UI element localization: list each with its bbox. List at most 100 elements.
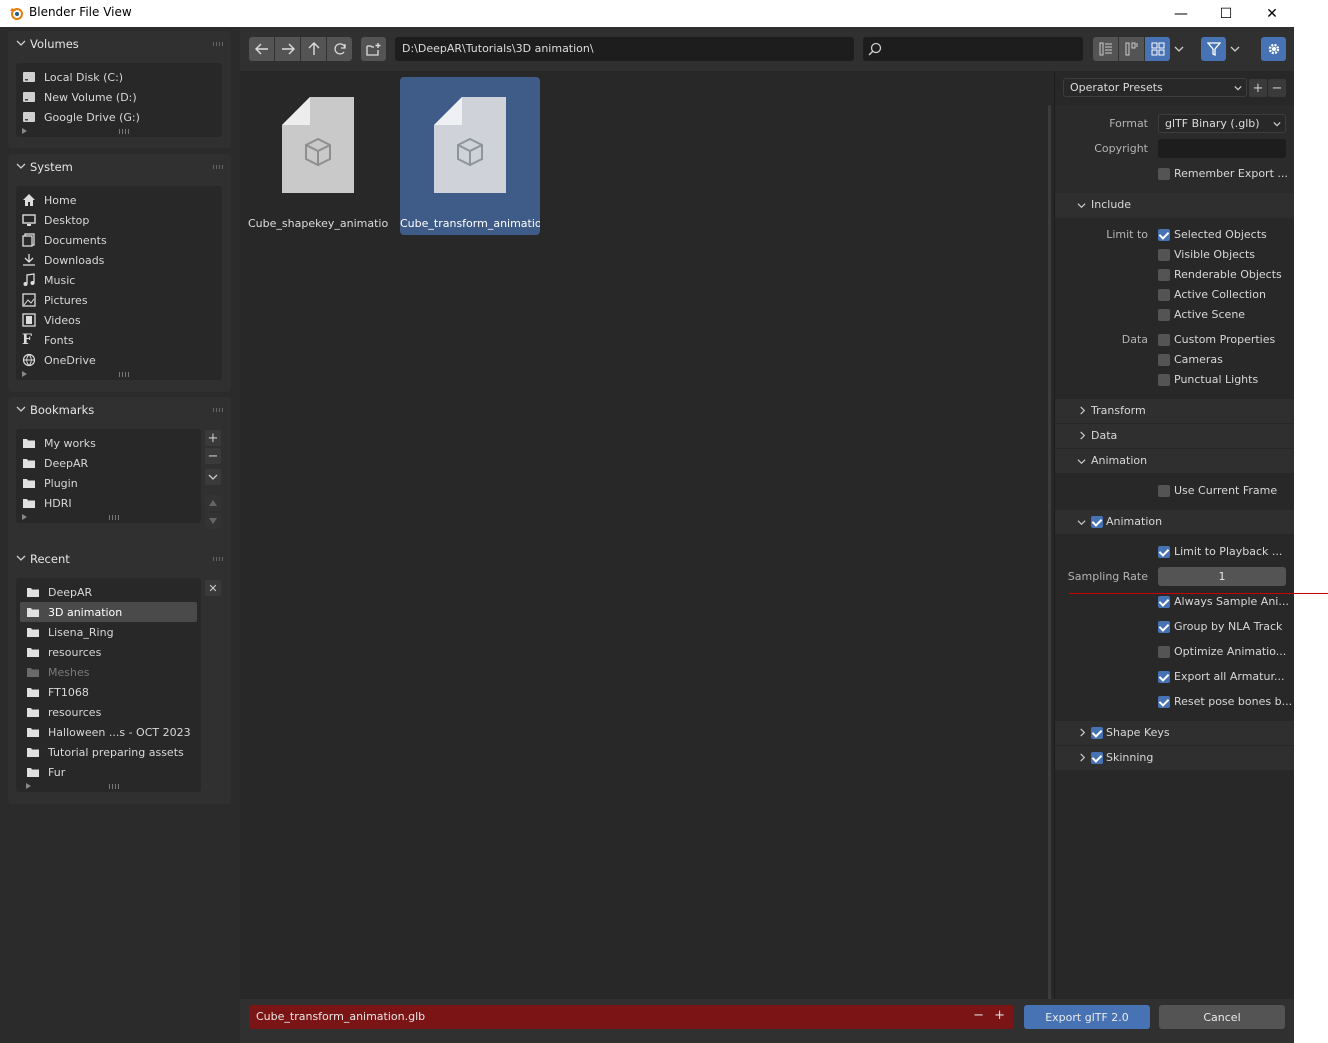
back-button[interactable] (249, 37, 274, 61)
add-preset-button[interactable]: + (1249, 79, 1267, 97)
limit-to-playback-checkbox[interactable] (1158, 546, 1170, 558)
toggle-options-button[interactable] (1261, 37, 1286, 61)
volumes-header[interactable]: Volumes (8, 31, 231, 57)
filename-input[interactable]: Cube_transform_animation.glb − + (249, 1005, 1014, 1029)
recent-item[interactable]: FT1068 (20, 682, 197, 702)
system-item-home[interactable]: Home (16, 190, 222, 210)
group-by-nla-checkbox[interactable] (1158, 621, 1170, 633)
display-vertical-list-button[interactable] (1093, 37, 1118, 61)
decrement-filename-button[interactable]: − (973, 1008, 984, 1023)
move-up-button[interactable] (205, 495, 221, 511)
bookmark-item-hdri[interactable]: HDRI (16, 493, 201, 513)
bookmarks-header[interactable]: Bookmarks (8, 397, 231, 423)
parent-directory-button[interactable] (301, 37, 326, 61)
close-window-button[interactable]: ✕ (1249, 0, 1295, 27)
system-item-desktop[interactable]: Desktop (16, 210, 222, 230)
drag-grip-icon[interactable] (213, 408, 223, 412)
volume-item-d[interactable]: New Volume (D:) (16, 87, 222, 107)
system-item-music[interactable]: Music (16, 270, 222, 290)
volume-item-g[interactable]: Google Drive (G:) (16, 107, 222, 127)
system-item-onedrive[interactable]: OneDrive (16, 350, 222, 370)
clear-recent-button[interactable]: ✕ (205, 580, 221, 596)
cancel-button[interactable]: Cancel (1159, 1005, 1285, 1029)
export-button[interactable]: Export glTF 2.0 (1024, 1005, 1150, 1029)
new-directory-button[interactable] (361, 37, 386, 61)
format-dropdown[interactable]: glTF Binary (.glb) (1158, 114, 1286, 133)
skinning-section-header[interactable]: Skinning (1055, 746, 1294, 770)
display-horizontal-list-button[interactable] (1119, 37, 1144, 61)
filter-button[interactable] (1201, 37, 1226, 61)
shape-keys-checkbox[interactable] (1091, 727, 1103, 739)
recent-item[interactable]: Lisena_Ring (20, 622, 197, 642)
recent-item-missing[interactable]: Meshes (20, 662, 197, 682)
minimize-button[interactable]: — (1158, 0, 1204, 27)
volume-item-c[interactable]: Local Disk (C:) (16, 67, 222, 87)
drag-grip-icon[interactable] (213, 557, 223, 561)
active-collection-checkbox[interactable] (1158, 289, 1170, 301)
list-resize-handle[interactable] (16, 127, 222, 137)
recent-item[interactable]: resources (20, 702, 197, 722)
forward-button[interactable] (275, 37, 300, 61)
selected-objects-checkbox[interactable] (1158, 229, 1170, 241)
reset-pose-bones-checkbox[interactable] (1158, 696, 1170, 708)
animation-checkbox[interactable] (1091, 516, 1103, 528)
punctual-lights-checkbox[interactable] (1158, 374, 1170, 386)
search-input[interactable] (863, 37, 1083, 61)
remove-bookmark-button[interactable]: − (205, 448, 221, 464)
copyright-input[interactable] (1158, 139, 1286, 158)
shape-keys-section-header[interactable]: Shape Keys (1055, 721, 1294, 745)
recent-item[interactable]: Tutorial preparing assets (20, 742, 197, 762)
export-all-armatures-checkbox[interactable] (1158, 671, 1170, 683)
renderable-objects-checkbox[interactable] (1158, 269, 1170, 281)
system-item-downloads[interactable]: Downloads (16, 250, 222, 270)
recent-item[interactable]: resources (20, 642, 197, 662)
optimize-animation-checkbox[interactable] (1158, 646, 1170, 658)
use-current-frame-checkbox[interactable] (1158, 485, 1170, 497)
animation-section-header[interactable]: Animation (1055, 449, 1294, 473)
increment-filename-button[interactable]: + (994, 1008, 1005, 1023)
system-item-pictures[interactable]: Pictures (16, 290, 222, 310)
system-header[interactable]: System (8, 154, 231, 180)
file-grid-scrollbar[interactable] (1048, 105, 1051, 1011)
bookmark-menu-button[interactable] (205, 469, 221, 485)
recent-item[interactable]: Fur (20, 762, 197, 782)
remove-preset-button[interactable]: − (1268, 79, 1286, 97)
always-sample-checkbox[interactable] (1158, 596, 1170, 608)
sampling-rate-field[interactable]: 1 (1158, 567, 1286, 586)
list-resize-handle[interactable] (16, 370, 222, 380)
directory-path-input[interactable]: D:\DeepAR\Tutorials\3D animation\ (395, 37, 854, 61)
list-resize-handle[interactable] (16, 513, 201, 523)
bookmark-item-my-works[interactable]: My works (16, 433, 201, 453)
refresh-button[interactable] (327, 37, 352, 61)
animation-subsection-header[interactable]: Animation (1055, 510, 1294, 534)
drag-grip-icon[interactable] (213, 42, 223, 46)
recent-item[interactable]: Halloween ...s - OCT 2023 (20, 722, 197, 742)
drag-grip-icon[interactable] (213, 165, 223, 169)
remember-export-checkbox[interactable] (1158, 168, 1170, 180)
file-item-selected[interactable]: Cube_transform_animatio... (400, 77, 540, 235)
maximize-button[interactable]: ☐ (1203, 0, 1249, 27)
list-resize-handle[interactable] (20, 782, 197, 792)
custom-properties-checkbox[interactable] (1158, 334, 1170, 346)
operator-presets-dropdown[interactable]: Operator Presets (1063, 78, 1247, 97)
cameras-checkbox[interactable] (1158, 354, 1170, 366)
file-item[interactable]: Cube_shapekey_animatio... (248, 77, 388, 235)
display-thumbnails-button[interactable] (1145, 37, 1170, 61)
system-item-documents[interactable]: Documents (16, 230, 222, 250)
system-item-videos[interactable]: Videos (16, 310, 222, 330)
visible-objects-checkbox[interactable] (1158, 249, 1170, 261)
recent-item-selected[interactable]: 3D animation (20, 602, 197, 622)
bookmark-item-deepar[interactable]: DeepAR (16, 453, 201, 473)
filter-options-dropdown[interactable] (1226, 37, 1244, 61)
add-bookmark-button[interactable]: + (205, 430, 221, 446)
active-scene-checkbox[interactable] (1158, 309, 1170, 321)
display-options-dropdown[interactable] (1170, 37, 1188, 61)
include-section-header[interactable]: Include (1055, 193, 1294, 217)
recent-item[interactable]: DeepAR (20, 582, 197, 602)
move-down-button[interactable] (205, 513, 221, 529)
transform-section-header[interactable]: Transform (1055, 399, 1294, 423)
recent-header[interactable]: Recent (8, 546, 231, 572)
skinning-checkbox[interactable] (1091, 752, 1103, 764)
system-item-fonts[interactable]: F Fonts (16, 330, 222, 350)
data-section-header[interactable]: Data (1055, 424, 1294, 448)
